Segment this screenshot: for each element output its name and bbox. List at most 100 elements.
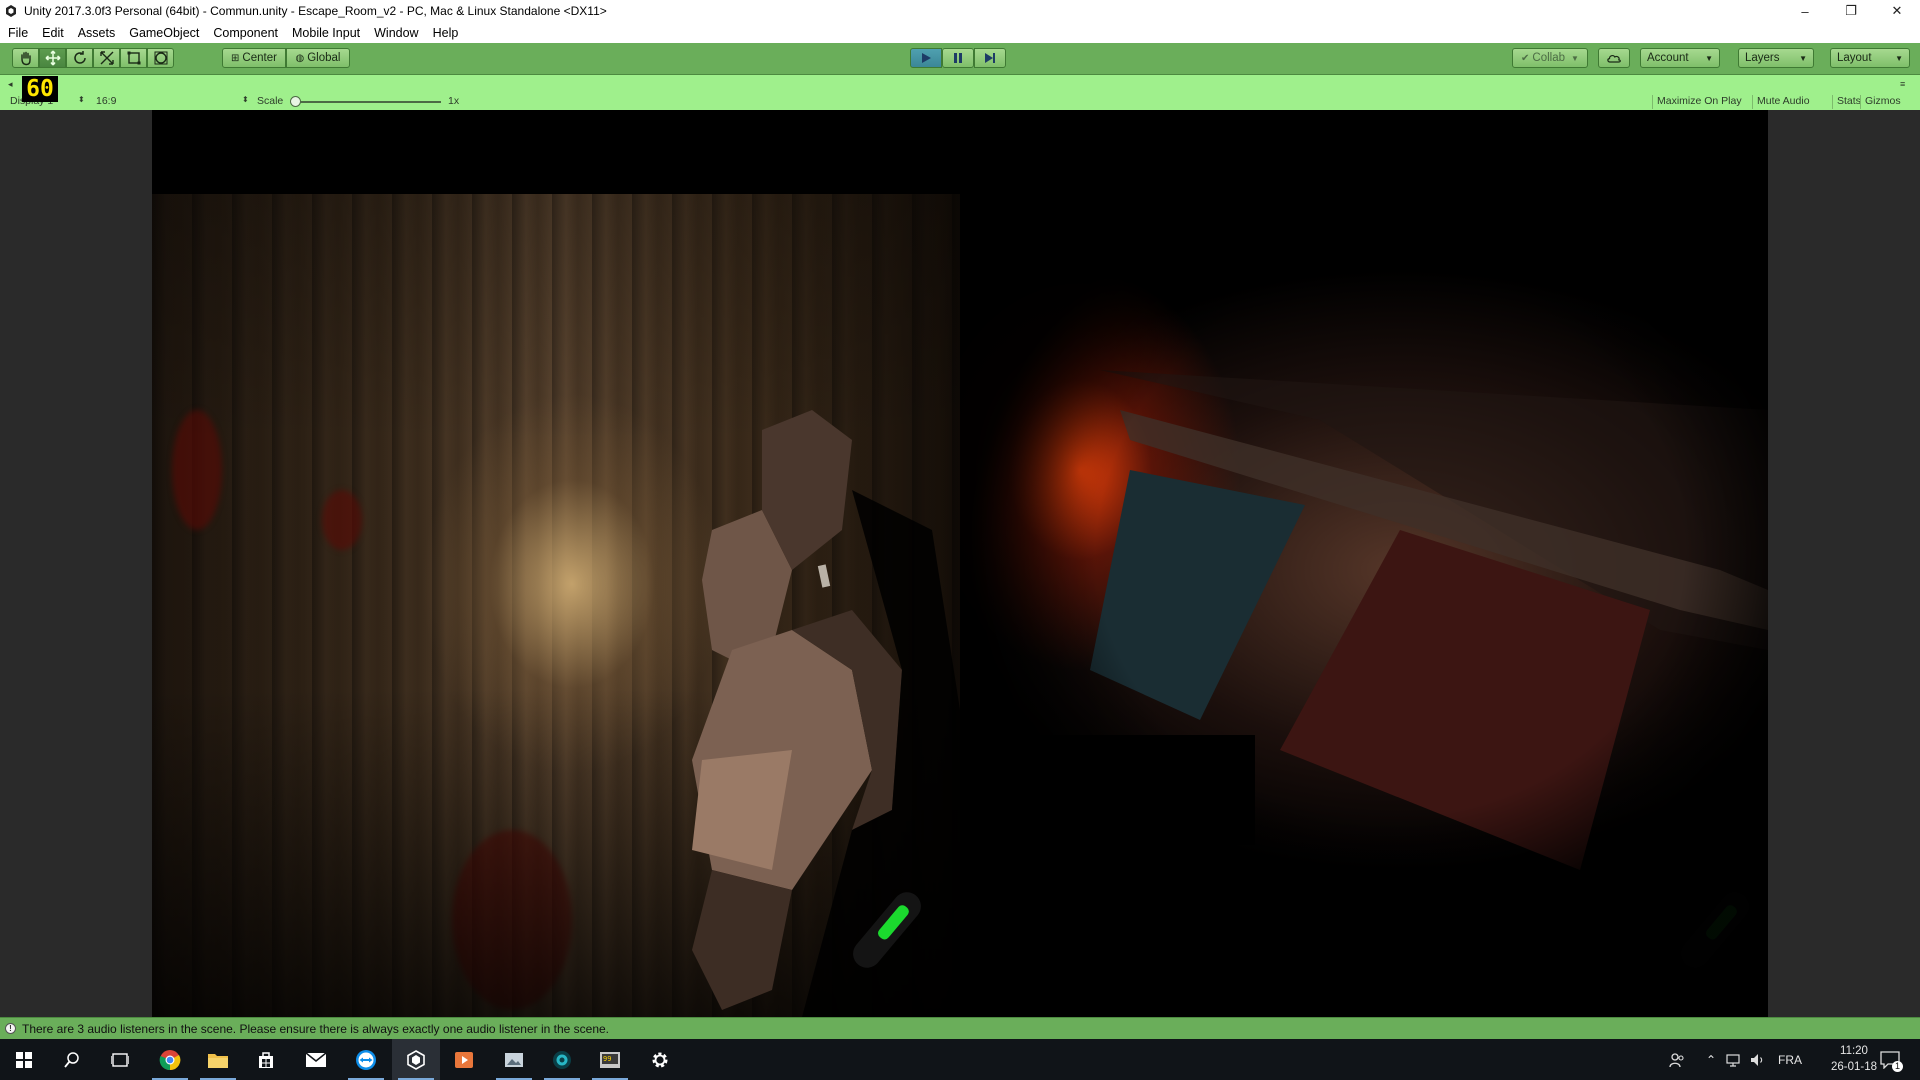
panel-options-icon[interactable]: ≡	[1900, 79, 1905, 89]
terminal-99-icon: 99	[600, 1051, 620, 1068]
game-view[interactable]	[0, 110, 1920, 1017]
windows-taskbar: 99 ⌃ FRA 11:20 26-01-18 1	[0, 1039, 1920, 1080]
tab-menu-icon[interactable]: ◂	[8, 79, 13, 90]
chrome-icon	[159, 1049, 181, 1070]
layers-label: Layers	[1745, 52, 1780, 64]
taskbar-mail[interactable]	[292, 1039, 340, 1080]
chevron-up-icon: ⌃	[1706, 1052, 1717, 1067]
cloud-button[interactable]	[1598, 48, 1630, 68]
globe-icon: ◍	[295, 52, 305, 64]
account-dropdown[interactable]: Account ▼	[1640, 48, 1720, 68]
main-toolbar: ⊞ Center ◍ Global ✔ Collab ▼ Account ▼ L…	[0, 43, 1920, 75]
game-view-header: ◂ Display 1 ⬍ 16:9 ⬍ Scale 1x ≡	[0, 75, 1920, 110]
taskbar-store[interactable]	[242, 1039, 290, 1080]
taskbar-photos[interactable]	[490, 1039, 538, 1080]
unity-logo-icon	[4, 4, 18, 18]
task-view-button[interactable]	[96, 1039, 144, 1080]
clock-date: 26-01-18	[1830, 1061, 1878, 1073]
mute-audio-toggle[interactable]: Mute Audio	[1752, 95, 1814, 109]
chevron-down-icon: ▼	[1705, 53, 1713, 63]
player-one-viewport[interactable]	[152, 110, 960, 1017]
move-tool-button[interactable]	[39, 48, 66, 68]
menu-edit[interactable]: Edit	[42, 26, 64, 40]
close-button[interactable]: ✕	[1874, 0, 1920, 22]
taskbar-unity[interactable]	[392, 1039, 440, 1080]
volume-button[interactable]	[1750, 1039, 1766, 1080]
input-language-button[interactable]: FRA	[1778, 1039, 1802, 1080]
teamviewer-icon	[356, 1049, 376, 1070]
people-button[interactable]	[1668, 1039, 1686, 1080]
cloud-icon	[1607, 54, 1621, 63]
play-icon	[922, 53, 931, 63]
rect-tool-button[interactable]	[120, 48, 147, 68]
menu-gameobject[interactable]: GameObject	[129, 26, 199, 40]
window-titlebar: Unity 2017.3.0f3 Personal (64bit) - Comm…	[0, 0, 1920, 22]
menu-file[interactable]: File	[8, 26, 28, 40]
layout-label: Layout	[1837, 52, 1872, 64]
teal-orb-icon	[553, 1050, 571, 1069]
transform-icon	[154, 51, 167, 65]
aspect-dropdown[interactable]: 16:9	[96, 95, 116, 107]
menu-bar: File Edit Assets GameObject Component Mo…	[0, 22, 1920, 43]
maximize-button[interactable]: ❐	[1828, 0, 1874, 22]
taskbar-teamviewer[interactable]	[342, 1039, 390, 1080]
windows-logo-icon	[16, 1051, 32, 1068]
tray-overflow-button[interactable]: ⌃	[1706, 1039, 1716, 1080]
taskbar-app-99[interactable]: 99	[586, 1039, 634, 1080]
taskbar-chrome[interactable]	[146, 1039, 194, 1080]
console-status-bar[interactable]: ! There are 3 audio listeners in the sce…	[0, 1017, 1920, 1039]
menu-help[interactable]: Help	[433, 26, 459, 40]
space-label: Global	[307, 52, 341, 64]
hand-icon	[20, 51, 31, 66]
svg-text:99: 99	[603, 1055, 611, 1063]
rotate-tool-button[interactable]	[66, 48, 93, 68]
minimize-button[interactable]: –	[1782, 0, 1828, 22]
window-title: Unity 2017.3.0f3 Personal (64bit) - Comm…	[24, 4, 607, 18]
pivot-center-toggle[interactable]: ⊞ Center	[222, 48, 286, 68]
gizmos-dropdown[interactable]: Gizmos	[1860, 95, 1905, 109]
taskbar-settings[interactable]	[636, 1039, 684, 1080]
menu-window[interactable]: Window	[374, 26, 418, 40]
clock-time: 11:20	[1840, 1045, 1868, 1057]
display-chevron-icon: ⬍	[78, 95, 85, 104]
space-global-toggle[interactable]: ◍ Global	[286, 48, 350, 68]
action-center-button[interactable]: 1	[1880, 1039, 1904, 1080]
collab-dropdown[interactable]: ✔ Collab ▼	[1512, 48, 1588, 68]
taskbar-file-explorer[interactable]	[194, 1039, 242, 1080]
search-icon	[64, 1051, 79, 1068]
layers-dropdown[interactable]: Layers ▼	[1738, 48, 1814, 68]
folder-icon	[208, 1053, 228, 1068]
scale-icon	[99, 51, 114, 65]
hand-tool-button[interactable]	[12, 48, 39, 68]
status-message: There are 3 audio listeners in the scene…	[22, 1021, 610, 1036]
scale-tool-button[interactable]	[93, 48, 120, 68]
step-button[interactable]	[974, 48, 1006, 68]
pause-icon	[954, 53, 962, 63]
layout-dropdown[interactable]: Layout ▼	[1830, 48, 1910, 68]
info-icon: !	[5, 1023, 16, 1034]
network-button[interactable]	[1726, 1039, 1742, 1080]
network-icon	[1726, 1053, 1740, 1067]
pivot-icon: ⊞	[231, 52, 240, 64]
menu-mobile-input[interactable]: Mobile Input	[292, 26, 360, 40]
search-button[interactable]	[48, 1039, 96, 1080]
character-model	[692, 410, 960, 1017]
rotate-icon	[73, 51, 86, 64]
pivot-label: Center	[242, 52, 277, 64]
taskbar-clock[interactable]: 11:20 26-01-18	[1826, 1043, 1882, 1075]
taskbar-app-teal[interactable]	[538, 1039, 586, 1080]
menu-component[interactable]: Component	[213, 26, 278, 40]
scale-slider-thumb[interactable]	[290, 96, 301, 107]
player-two-viewport[interactable]	[960, 110, 1768, 1017]
chevron-down-icon: ▼	[1799, 53, 1807, 63]
play-button[interactable]	[910, 48, 942, 68]
transform-tool-button[interactable]	[147, 48, 174, 68]
maximize-on-play-toggle[interactable]: Maximize On Play	[1652, 95, 1746, 109]
move-icon	[45, 50, 60, 66]
menu-assets[interactable]: Assets	[78, 26, 116, 40]
scale-label: Scale	[257, 95, 284, 107]
start-button[interactable]	[0, 1039, 48, 1080]
taskbar-media-player[interactable]	[440, 1039, 488, 1080]
scale-slider-track[interactable]	[295, 101, 441, 103]
pause-button[interactable]	[942, 48, 974, 68]
